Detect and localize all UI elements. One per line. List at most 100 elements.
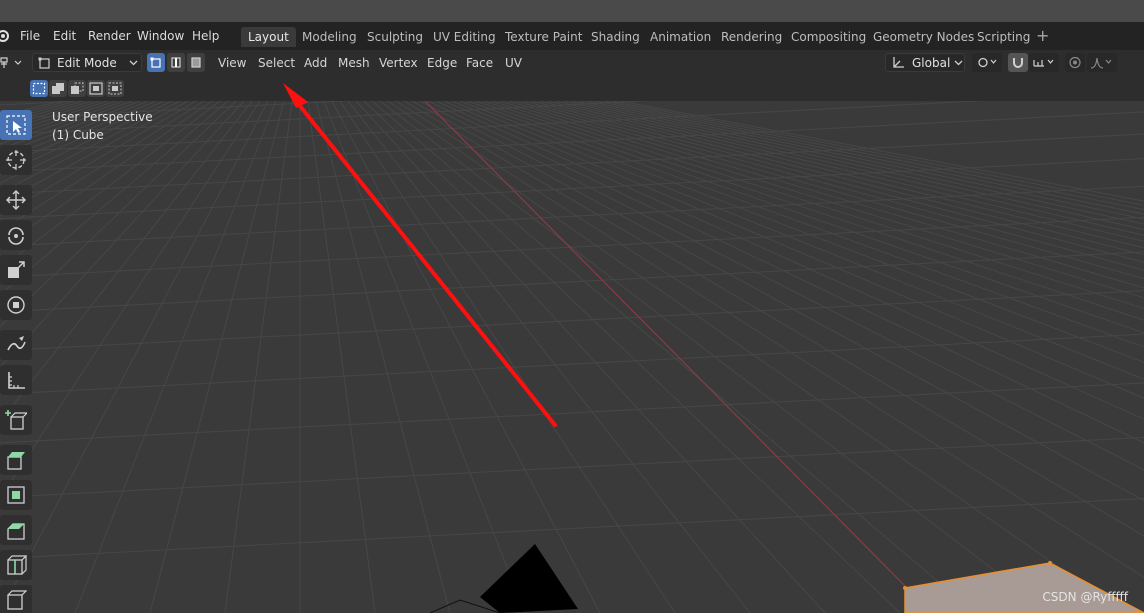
cursor-icon [6,150,26,170]
menu-edit[interactable]: Edit [53,28,76,44]
tab-modeling[interactable]: Modeling [295,27,364,47]
tool-select-box[interactable] [0,110,32,140]
top-menu-bar: File Edit Render Window Help Layout Mode… [0,22,1144,50]
orientation-axes-icon [893,57,904,68]
transform-orientation-dropdown[interactable]: Global [885,53,965,72]
mode-dropdown[interactable]: Edit Mode [32,53,142,72]
snap-target-dropdown[interactable] [1029,53,1059,72]
inset-icon [7,486,25,504]
menu-file[interactable]: File [20,28,40,44]
magnet-icon [1013,58,1023,68]
tab-geometry-nodes[interactable]: Geometry Nodes [866,27,981,47]
cube-vertex[interactable] [1048,561,1052,565]
select-new-icon [32,82,46,95]
vertex-select-icon [150,57,161,68]
tool-inset[interactable] [0,480,32,510]
scale-icon [8,261,25,278]
proportional-editing-toggle[interactable] [1065,53,1085,72]
vertex-select-button[interactable] [147,53,165,72]
tool-knife[interactable] [0,585,32,613]
measure-icon [8,372,25,389]
edge-select-icon [171,57,181,68]
chevron-down-icon [954,60,963,66]
select-box-icon [6,115,26,135]
pivot-point-dropdown[interactable] [972,53,1002,72]
annotate-icon [7,336,26,351]
edge-select-button[interactable] [167,53,185,72]
window-title-strip [0,0,1144,22]
select-mode-subtract-button[interactable] [68,80,86,97]
header-menu-edge[interactable]: Edge [427,55,457,71]
chevron-down-icon [129,60,138,66]
3d-viewport[interactable]: User Perspective (1) Cube [0,101,1144,613]
menu-render[interactable]: Render [88,28,131,44]
tool-measure[interactable] [0,365,32,395]
tab-sculpting[interactable]: Sculpting [360,27,430,47]
header-menu-view[interactable]: View [218,55,246,71]
edit-mode-icon [38,57,50,69]
header-menu-uv[interactable]: UV [505,55,522,71]
header-menu-mesh[interactable]: Mesh [338,55,370,71]
proportional-edit-icon [1069,56,1081,69]
select-mode-intersect-button[interactable] [106,80,124,97]
tab-scripting[interactable]: Scripting [970,27,1037,47]
add-workspace-icon[interactable]: + [1036,26,1049,46]
select-extend-icon [52,83,64,94]
rotate-icon [8,227,24,245]
select-subtract-icon [71,82,84,94]
watermark: CSDN @Ryfffff [1042,590,1128,604]
tab-rendering[interactable]: Rendering [714,27,789,47]
transform-icon [7,296,25,314]
knife-icon [7,590,27,610]
select-mode-invert-button[interactable] [87,80,105,97]
perspective-label: User Perspective [52,110,153,124]
bevel-icon [7,523,25,540]
viewport-grid [0,101,1144,613]
header-menu-add[interactable]: Add [304,55,327,71]
tool-scale[interactable] [0,255,32,285]
select-intersect-icon [108,82,122,95]
tool-loop-cut[interactable] [0,550,32,580]
tool-bevel[interactable] [0,515,32,545]
menu-help[interactable]: Help [192,28,219,44]
falloff-curve-icon [1090,57,1112,69]
select-mode-new-button[interactable] [30,80,48,97]
orientation-label: Global [912,56,951,70]
editor-type-icon[interactable] [0,55,24,71]
header-menu-vertex[interactable]: Vertex [379,55,418,71]
blender-logo-icon[interactable] [0,29,10,43]
header-menu-select[interactable]: Select [258,55,295,71]
face-select-button[interactable] [187,53,205,72]
menu-window[interactable]: Window [137,28,184,44]
select-invert-icon [89,82,103,95]
mode-label: Edit Mode [57,56,117,70]
tool-rotate[interactable] [0,220,32,250]
move-icon [6,190,26,210]
snap-increment-icon [1033,59,1054,67]
tool-cursor[interactable] [0,145,32,175]
pivot-icon [978,57,997,68]
left-toolbar [0,108,34,613]
cube-vertex[interactable] [903,586,907,590]
tab-animation[interactable]: Animation [643,27,718,47]
tool-add-cube[interactable] [0,405,32,435]
loop-cut-icon [7,555,27,575]
tool-transform[interactable] [0,290,32,320]
tool-annotate[interactable] [0,330,32,360]
tab-compositing[interactable]: Compositing [784,27,873,47]
header-menu-face[interactable]: Face [466,55,493,71]
extrude-icon [7,452,25,470]
tool-move[interactable] [0,185,32,215]
tab-uv-editing[interactable]: UV Editing [426,27,503,47]
active-object-label: (1) Cube [52,128,104,142]
falloff-dropdown[interactable] [1087,53,1117,72]
snap-toggle[interactable] [1008,53,1028,72]
tool-extrude[interactable] [0,445,32,475]
tab-layout[interactable]: Layout [241,27,296,47]
select-mode-extend-button[interactable] [49,80,67,97]
tab-shading[interactable]: Shading [584,27,647,47]
viewport-header: Edit Mode View Select Add Mesh Vertex Ed… [0,50,1144,76]
tool-settings-bar [0,76,1144,101]
face-select-icon [191,57,201,68]
tab-texture-paint[interactable]: Texture Paint [498,27,589,47]
